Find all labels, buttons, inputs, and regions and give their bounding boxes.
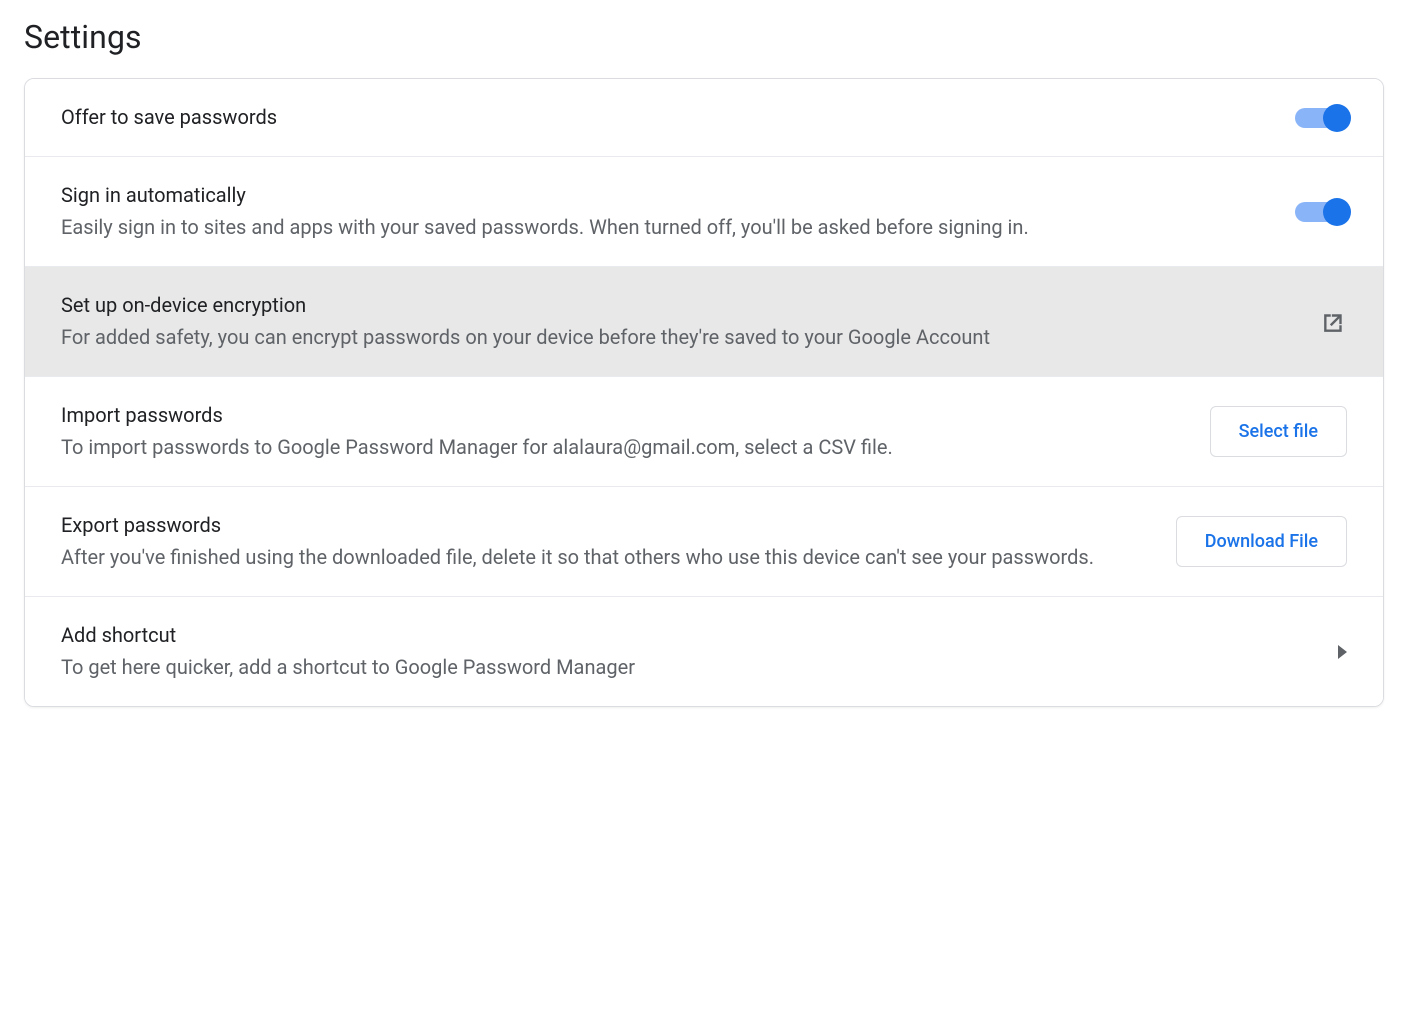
row-content: Import passwords To import passwords to … [61, 401, 1210, 462]
export-passwords-title: Export passwords [61, 511, 1152, 540]
offer-save-passwords-toggle[interactable] [1295, 108, 1347, 128]
import-passwords-row: Import passwords To import passwords to … [25, 377, 1383, 487]
row-content: Offer to save passwords [61, 103, 1295, 132]
import-passwords-title: Import passwords [61, 401, 1186, 430]
row-content: Export passwords After you've finished u… [61, 511, 1176, 572]
offer-save-passwords-title: Offer to save passwords [61, 103, 1271, 132]
select-file-button[interactable]: Select file [1210, 406, 1347, 457]
export-passwords-subtitle: After you've finished using the download… [61, 542, 1152, 572]
row-content: Set up on-device encryption For added sa… [61, 291, 1321, 352]
row-content: Add shortcut To get here quicker, add a … [61, 621, 1338, 682]
import-passwords-subtitle: To import passwords to Google Password M… [61, 432, 1186, 462]
add-shortcut-title: Add shortcut [61, 621, 1314, 650]
export-passwords-row: Export passwords After you've finished u… [25, 487, 1383, 597]
settings-card: Offer to save passwords Sign in automati… [24, 78, 1384, 707]
page-title: Settings [24, 18, 1384, 56]
add-shortcut-row[interactable]: Add shortcut To get here quicker, add a … [25, 597, 1383, 706]
download-file-button[interactable]: Download File [1176, 516, 1347, 567]
on-device-encryption-title: Set up on-device encryption [61, 291, 1297, 320]
open-in-new-icon [1321, 309, 1347, 335]
row-content: Sign in automatically Easily sign in to … [61, 181, 1295, 242]
sign-in-automatically-toggle[interactable] [1295, 202, 1347, 222]
sign-in-automatically-row: Sign in automatically Easily sign in to … [25, 157, 1383, 267]
add-shortcut-subtitle: To get here quicker, add a shortcut to G… [61, 652, 1314, 682]
chevron-right-icon [1338, 645, 1347, 659]
sign-in-automatically-subtitle: Easily sign in to sites and apps with yo… [61, 212, 1271, 242]
on-device-encryption-row[interactable]: Set up on-device encryption For added sa… [25, 267, 1383, 377]
on-device-encryption-subtitle: For added safety, you can encrypt passwo… [61, 322, 1297, 352]
offer-save-passwords-row: Offer to save passwords [25, 79, 1383, 157]
sign-in-automatically-title: Sign in automatically [61, 181, 1271, 210]
